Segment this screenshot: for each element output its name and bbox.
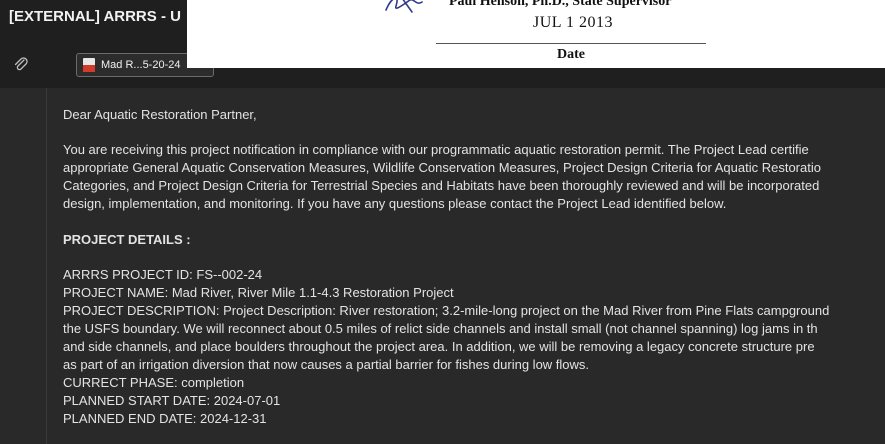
- attachment-name: Mad R...5-20-24: [101, 59, 181, 71]
- project-details-heading: PROJECT DETAILS :: [63, 232, 191, 247]
- handwritten-signature: [385, 0, 423, 13]
- greeting: Dear Aquatic Restoration Partner,: [63, 107, 257, 122]
- intro-line: You are receiving this project notificat…: [63, 142, 809, 157]
- signature-date: JUL 1 2013: [533, 14, 613, 31]
- email-subject-title: [EXTERNAL] ARRRS - U: [9, 8, 181, 25]
- detail-line: PROJECT NAME: Mad River, River Mile 1.1-…: [63, 285, 454, 300]
- detail-line: ARRRS PROJECT ID: FS--002-24: [63, 267, 263, 282]
- detail-line: and side channels, and place boulders th…: [63, 339, 815, 354]
- paperclip-icon[interactable]: [12, 56, 30, 74]
- detail-line: the USFS boundary. We will reconnect abo…: [63, 321, 818, 336]
- signature-snippet: Paul Henson, Ph.D., State Supervisor JUL…: [187, 0, 885, 68]
- date-label: Date: [557, 47, 585, 62]
- intro-line: appropriate General Aquatic Conservation…: [63, 160, 821, 175]
- intro-line: design, implementation, and monitoring. …: [63, 196, 727, 211]
- detail-line: PLANNED START DATE: 2024-07-01: [63, 393, 281, 408]
- pdf-file-icon: [83, 58, 95, 72]
- intro-line: Categories, and Project Design Criteria …: [63, 178, 820, 193]
- detail-line: CURRECT PHASE: completion: [63, 375, 245, 390]
- signature-line: [436, 43, 706, 44]
- signer-name: Paul Henson, Ph.D., State Supervisor: [449, 0, 672, 9]
- email-body: Dear Aquatic Restoration Partner, You ar…: [46, 88, 885, 444]
- detail-line: as part of an irrigation diversion that …: [63, 357, 590, 372]
- detail-line: PLANNED END DATE: 2024-12-31: [63, 411, 267, 426]
- detail-line: PROJECT DESCRIPTION: Project Description…: [63, 303, 830, 318]
